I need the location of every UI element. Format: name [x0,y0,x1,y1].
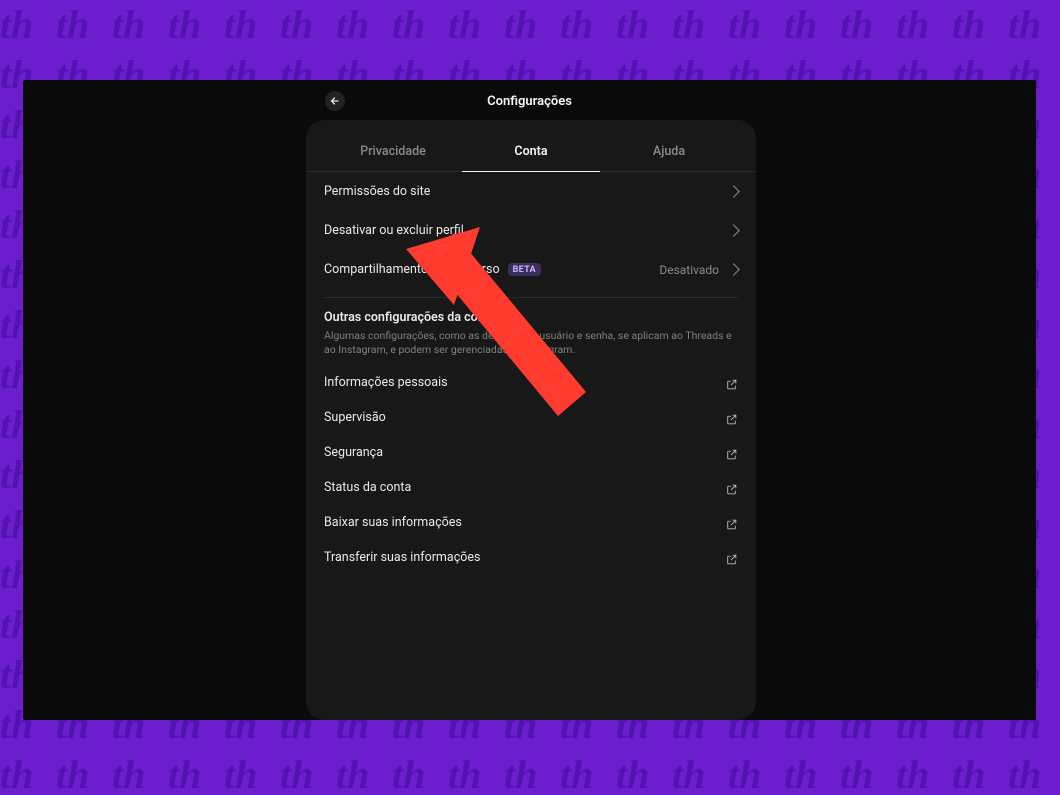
row-label: Transferir suas informações [324,550,480,565]
row-trailing-text: Desativado [659,263,719,277]
row-security[interactable]: Segurança [324,435,738,470]
external-link-icon [725,516,738,529]
page-title: Configurações [487,94,572,109]
external-link-icon [725,446,738,459]
row-download-info[interactable]: Baixar suas informações [324,505,738,540]
chevron-right-icon [727,185,740,198]
tab-ajuda[interactable]: Ajuda [600,134,738,171]
row-label: Supervisão [324,410,386,425]
external-link-icon [725,376,738,389]
divider [324,297,738,298]
row-deactivate-delete[interactable]: Desativar ou excluir perfil [324,211,738,250]
account-list: Permissões do site Desativar ou excluir … [306,172,756,575]
tab-conta[interactable]: Conta [462,134,600,171]
header: Configurações [23,89,1036,113]
row-trail [729,226,738,235]
back-button[interactable] [325,91,345,111]
row-label: Status da conta [324,480,411,495]
row-supervision[interactable]: Supervisão [324,400,738,435]
external-link-icon [725,551,738,564]
row-label: Segurança [324,445,383,460]
tab-privacidade[interactable]: Privacidade [324,134,462,171]
chevron-right-icon [727,263,740,276]
row-account-status[interactable]: Status da conta [324,470,738,505]
row-fediverse-sharing[interactable]: Compartilhamento no fediverso BETA Desat… [324,250,738,289]
row-label: Baixar suas informações [324,515,462,530]
row-personal-info[interactable]: Informações pessoais [324,365,738,400]
row-label: Informações pessoais [324,375,448,390]
row-trail: Desativado [659,263,738,277]
row-site-permissions[interactable]: Permissões do site [324,172,738,211]
row-label: Desativar ou excluir perfil [324,223,464,238]
row-trail [729,187,738,196]
app-frame: Configurações Privacidade Conta Ajuda Pe… [23,80,1036,720]
section-subtext: Algumas configurações, como as de nome d… [324,329,738,357]
external-link-icon [725,411,738,424]
settings-panel: Privacidade Conta Ajuda Permissões do si… [306,120,756,720]
row-label: Permissões do site [324,184,430,199]
row-label: Compartilhamento no fediverso BETA [324,262,541,277]
section-heading: Outras configurações da conta [324,310,738,325]
tabs: Privacidade Conta Ajuda [306,134,756,172]
row-text: Compartilhamento no fediverso [324,262,500,277]
chevron-right-icon [727,224,740,237]
external-link-icon [725,481,738,494]
row-transfer-info[interactable]: Transferir suas informações [324,540,738,575]
arrow-left-icon [329,95,341,107]
beta-badge: BETA [508,263,541,276]
